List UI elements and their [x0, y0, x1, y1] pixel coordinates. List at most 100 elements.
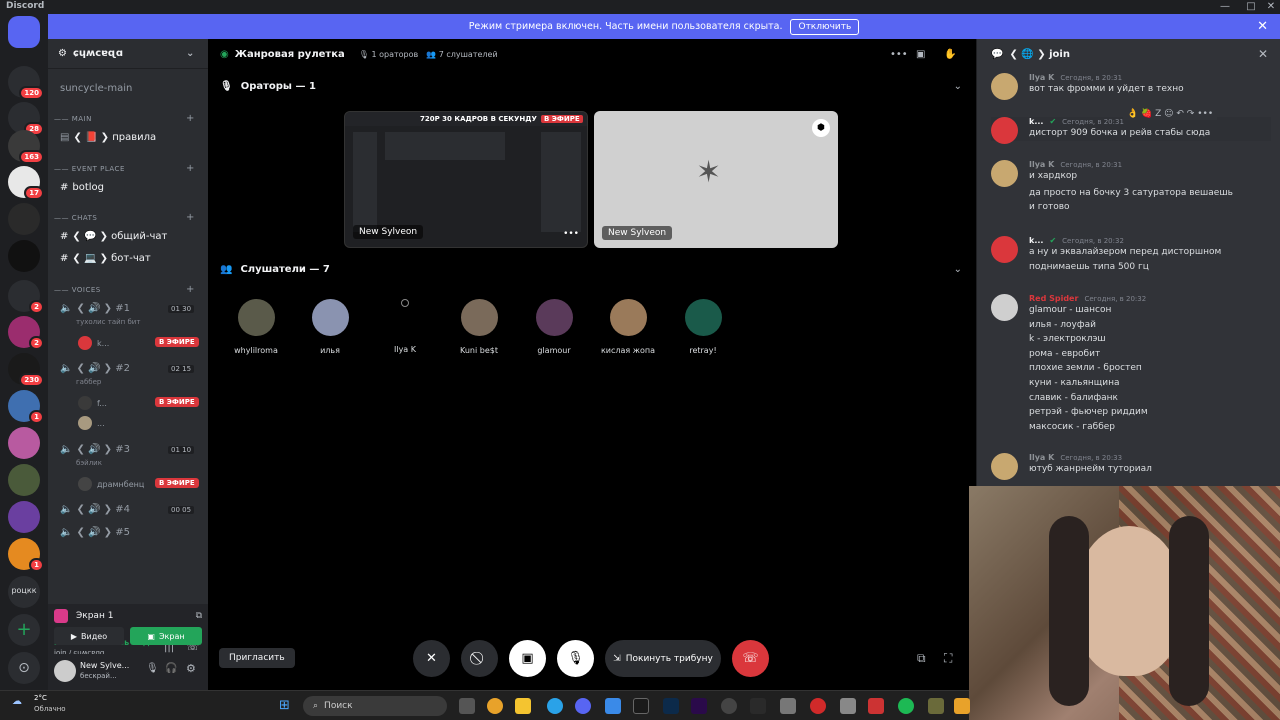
server-icon[interactable]: 230: [8, 353, 44, 387]
voice-channel-5[interactable]: 🔈 ❮ 🔊 ❯ #5: [60, 527, 130, 538]
invite-button[interactable]: Пригласить: [219, 648, 295, 668]
voice-member[interactable]: драмнбенц: [78, 477, 144, 491]
category-voices[interactable]: —— VOICES +: [54, 284, 194, 295]
server-icon[interactable]: 1: [8, 390, 44, 424]
channel-botlog[interactable]: # botlog: [60, 182, 104, 193]
premiere-icon[interactable]: [691, 698, 707, 714]
chat-message[interactable]: Ilya K Сегодня, в 20:31 и хардкор да прос…: [991, 160, 1271, 215]
stream-tile[interactable]: 720P 30 КАДРОВ В СЕКУНДУ В ЭФИРЕ New Syl…: [344, 111, 588, 248]
listener[interactable]: кислая жопа: [593, 299, 663, 355]
voice-channel-1[interactable]: 🔈 ❮ 🔊 ❯ #1: [60, 303, 130, 314]
chat-message[interactable]: k... ✔ Сегодня, в 20:32 а ну и эквалайзеро…: [991, 236, 1271, 274]
listener[interactable]: Ilya K: [370, 299, 440, 354]
close-window-icon[interactable]: ✕: [1260, 0, 1280, 14]
discord-icon[interactable]: [575, 698, 591, 714]
more-icon[interactable]: •••: [890, 49, 908, 60]
more-icon[interactable]: •••: [563, 229, 579, 239]
screen-icon[interactable]: ▣: [916, 49, 925, 60]
category-event-place[interactable]: —— EVENT PLACE +: [54, 163, 194, 174]
user-name[interactable]: New Sylve...: [80, 661, 129, 670]
add-channel-icon[interactable]: +: [186, 163, 195, 174]
mute-stage-icon[interactable]: ✕: [413, 640, 450, 677]
disconnect-icon[interactable]: ☏: [732, 640, 769, 677]
voice-member[interactable]: ...: [78, 416, 105, 430]
live-app-icon[interactable]: [633, 698, 649, 714]
home-button[interactable]: [8, 16, 40, 48]
app-icon[interactable]: [954, 698, 970, 714]
close-banner-icon[interactable]: ✕: [1257, 19, 1268, 34]
telegram-icon[interactable]: [547, 698, 563, 714]
add-channel-icon[interactable]: +: [186, 284, 195, 295]
voice-member[interactable]: f...: [78, 396, 107, 410]
add-channel-icon[interactable]: +: [186, 212, 195, 223]
settings-icon[interactable]: ⚙: [186, 662, 196, 675]
camera-off-icon[interactable]: ⃠: [461, 640, 498, 677]
app-icon[interactable]: [810, 698, 826, 714]
chat-message[interactable]: Ilya K Сегодня, в 20:31 вот так фромми и …: [991, 73, 1271, 100]
channel-bot-chat[interactable]: # ❮ 💻 ❯ бот-чат: [60, 253, 151, 264]
disable-streamer-button[interactable]: Отключить: [790, 18, 860, 35]
server-icon[interactable]: [8, 464, 40, 496]
speakers-section[interactable]: 🎙 Ораторы — 1: [220, 81, 316, 92]
search-box[interactable]: ⌕ Поиск: [303, 696, 447, 716]
close-chat-icon[interactable]: ✕: [1258, 47, 1268, 61]
listener[interactable]: retray!: [668, 299, 738, 355]
server-icon[interactable]: 2: [8, 316, 44, 350]
server-icon[interactable]: [8, 427, 40, 459]
chrome-icon[interactable]: [487, 698, 503, 714]
voice-channel-3[interactable]: 🔈 ❮ 🔊 ❯ #3: [60, 444, 130, 455]
voice-channel-2[interactable]: 🔈 ❮ 🔊 ❯ #2: [60, 363, 130, 374]
raise-hand-icon[interactable]: ✋: [944, 49, 956, 60]
screen-share-item[interactable]: Экран 1 ⧉: [54, 608, 202, 624]
channel-general-chat[interactable]: # ❮ 💬 ❯ общий-чат: [60, 231, 167, 242]
chat-message[interactable]: Red Spider Сегодня, в 20:32 glamour - шан…: [991, 294, 1271, 434]
channel-rules[interactable]: ▤ ❮ 📕 ❯ правила: [60, 132, 156, 143]
listener[interactable]: whylilroma: [221, 299, 291, 355]
photoshop-icon[interactable]: [663, 698, 679, 714]
popout-icon[interactable]: ⧉: [917, 651, 926, 666]
app-icon[interactable]: [928, 698, 944, 714]
server-icon[interactable]: роцкк: [8, 576, 40, 608]
file-explorer-icon[interactable]: [515, 698, 531, 714]
app-icon[interactable]: [840, 698, 856, 714]
screen-share-icon[interactable]: ▣: [509, 640, 546, 677]
user-tile[interactable]: ⬢ ✶ New Sylveon: [594, 111, 838, 248]
task-view-icon[interactable]: [459, 698, 475, 714]
minimize-icon[interactable]: —: [1214, 0, 1236, 14]
add-server-icon[interactable]: +: [8, 614, 40, 646]
chevron-down-icon[interactable]: ⌄: [954, 264, 962, 275]
listeners-section[interactable]: 👥 Слушатели — 7: [220, 264, 330, 275]
server-header[interactable]: ⚙ ɕɥʍcɐɋɑ ⌄: [48, 39, 208, 69]
listener[interactable]: Kuni be$t: [444, 299, 514, 355]
listener[interactable]: илья: [295, 299, 365, 355]
channel-suncycle-main[interactable]: suncycle-main: [60, 83, 132, 94]
app-icon[interactable]: [780, 698, 796, 714]
obs-icon[interactable]: [721, 698, 737, 714]
chat-message[interactable]: k... ✔ Сегодня, в 20:31 дисторт 909 бочка …: [991, 108, 1271, 144]
app-icon[interactable]: [605, 698, 621, 714]
server-icon[interactable]: 1: [8, 538, 44, 572]
microphone-icon[interactable]: 🎙: [146, 663, 159, 674]
popout-icon[interactable]: ⧉: [196, 611, 202, 621]
maximize-icon[interactable]: □: [1240, 0, 1262, 14]
listener[interactable]: glamour: [519, 299, 589, 355]
server-icon[interactable]: [8, 240, 40, 272]
chevron-down-icon[interactable]: ⌄: [954, 81, 962, 92]
spotify-icon[interactable]: [898, 698, 914, 714]
voice-member[interactable]: k...: [78, 336, 109, 350]
server-icon[interactable]: 2: [8, 280, 44, 314]
category-main[interactable]: —— MAIN +: [54, 113, 194, 124]
avatar[interactable]: [54, 660, 76, 682]
server-icon[interactable]: [8, 501, 40, 533]
app-icon[interactable]: [868, 698, 884, 714]
microphone-icon[interactable]: 🎙: [557, 640, 594, 677]
server-icon[interactable]: 163: [8, 130, 44, 164]
screen-button[interactable]: ▣ Экран: [130, 627, 202, 645]
server-icon[interactable]: 120: [8, 66, 44, 100]
explore-icon[interactable]: ⊙: [8, 652, 40, 684]
app-icon[interactable]: [750, 698, 766, 714]
leave-stage-button[interactable]: ⇲ Покинуть трибуну: [605, 640, 721, 677]
headphones-icon[interactable]: 🎧: [165, 663, 177, 674]
fullscreen-icon[interactable]: ⛶: [944, 651, 952, 666]
server-icon[interactable]: [8, 203, 40, 235]
